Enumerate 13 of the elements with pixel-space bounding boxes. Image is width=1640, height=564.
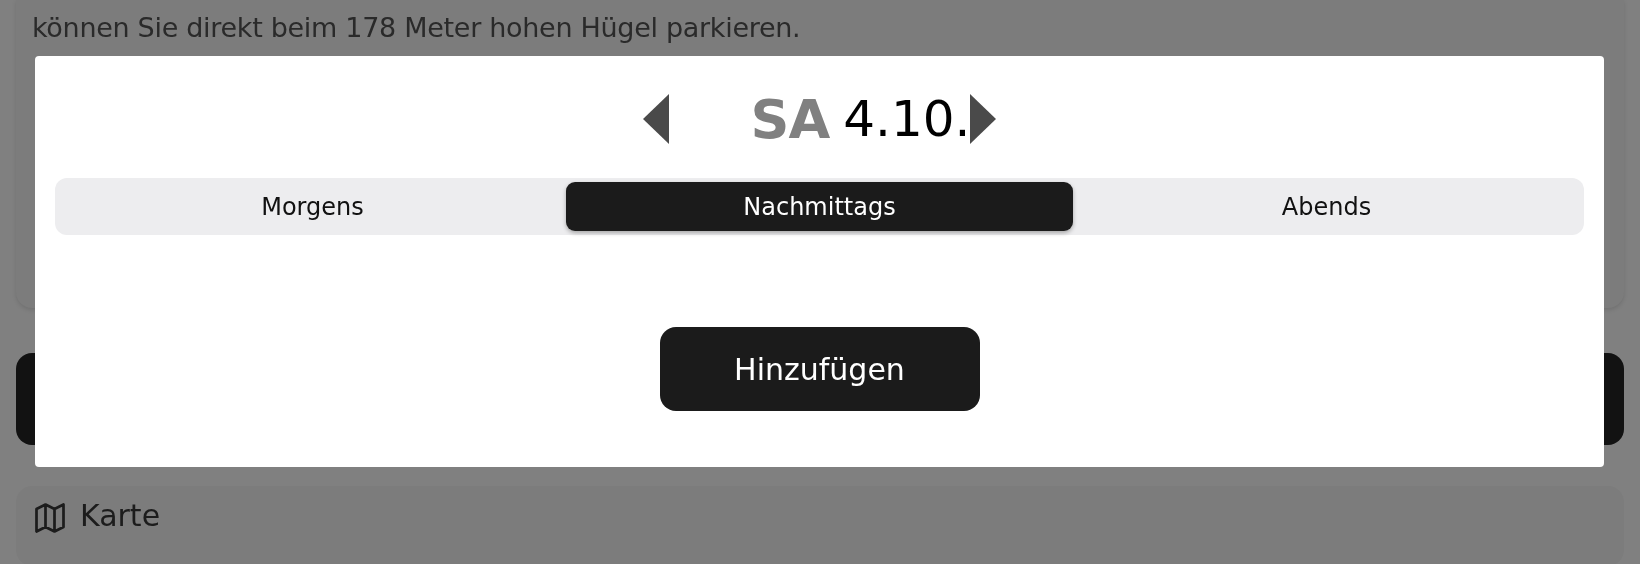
map-icon — [32, 500, 68, 536]
date-label: 4.10. — [843, 90, 971, 148]
triangle-left-icon — [642, 94, 669, 144]
description-text: können Sie direkt beim 178 Meter hohen Hügel parkieren. — [32, 12, 801, 43]
section-title: Karte — [80, 498, 161, 533]
weekday-label: SA — [750, 87, 830, 151]
next-day-button[interactable] — [970, 94, 997, 144]
add-button[interactable]: Hinzufügen — [659, 327, 980, 411]
triangle-right-icon — [970, 94, 997, 144]
segment-tab[interactable]: Morgens — [59, 182, 566, 231]
segment-tab[interactable]: Abends — [1073, 182, 1580, 231]
previous-day-button[interactable] — [642, 94, 669, 144]
segment-tab[interactable]: Nachmittags — [566, 182, 1073, 231]
